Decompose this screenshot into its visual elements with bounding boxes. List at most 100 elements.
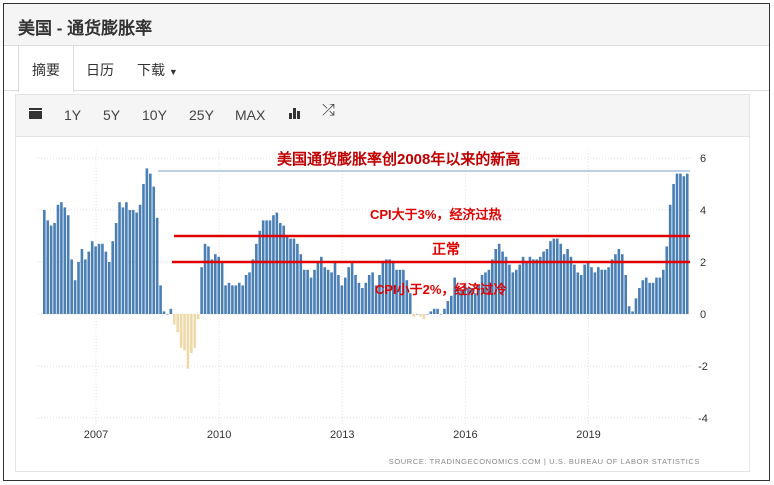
- bar: [326, 269, 330, 314]
- bar: [107, 262, 111, 314]
- bar: [316, 262, 320, 314]
- bar: [49, 225, 53, 314]
- bar: [429, 311, 433, 314]
- y-tick-label: 2: [700, 257, 706, 269]
- bar: [104, 251, 108, 314]
- bar: [275, 212, 279, 314]
- bar: [638, 288, 641, 314]
- bar: [128, 210, 132, 314]
- bar: [525, 262, 528, 314]
- bar: [169, 308, 173, 314]
- inflation-chart: 6 4 2 0 -2 -4 2007 2010 2013 2016 2019 美国通货膨胀率创200…: [38, 150, 708, 466]
- bar: [196, 314, 200, 320]
- bar: [87, 251, 91, 314]
- bar: [186, 314, 190, 369]
- bar: [610, 259, 614, 314]
- bar: [590, 267, 593, 314]
- bar: [419, 314, 422, 317]
- bar: [662, 269, 665, 314]
- bar: [343, 277, 347, 314]
- bar: [53, 223, 56, 314]
- bar: [162, 311, 166, 314]
- bar: [566, 249, 569, 314]
- bar: [272, 215, 275, 314]
- bar: [518, 264, 521, 314]
- bar: [155, 217, 159, 314]
- bar: [70, 259, 73, 314]
- bar: [285, 236, 289, 314]
- bar: [282, 225, 285, 314]
- bar: [265, 220, 268, 314]
- bar: [131, 210, 135, 314]
- bar: [60, 202, 63, 314]
- bar: [576, 272, 580, 314]
- bar: [220, 262, 224, 314]
- bar: [237, 282, 241, 314]
- bar: [644, 277, 648, 314]
- bar: [330, 272, 333, 314]
- bar: [415, 314, 419, 315]
- bar: [528, 256, 532, 314]
- bar: [224, 285, 227, 314]
- bar: [655, 277, 658, 314]
- bar: [241, 285, 244, 314]
- bar: [593, 272, 597, 314]
- bar: [532, 259, 535, 314]
- bar: [101, 243, 104, 314]
- bar: [586, 262, 590, 314]
- x-tick-label: 2007: [84, 429, 108, 441]
- bar: [231, 285, 234, 314]
- x-tick-label: 2010: [207, 429, 231, 441]
- source-text: SOURCE: TRADINGECONOMICS.COM | U.S. BURE…: [389, 457, 700, 466]
- bar: [94, 246, 97, 314]
- bar: [166, 314, 169, 315]
- bar: [648, 282, 651, 314]
- bar: [46, 220, 50, 314]
- bar: [296, 243, 299, 314]
- bar: [306, 269, 309, 314]
- bar: [210, 259, 214, 314]
- bar: [244, 275, 248, 314]
- bar: [354, 275, 357, 314]
- bar: [333, 262, 337, 314]
- bar: [135, 212, 138, 314]
- bar: [159, 285, 162, 314]
- bar: [573, 264, 576, 314]
- bar: [535, 259, 539, 314]
- bar: [73, 280, 77, 314]
- bar: [579, 275, 583, 314]
- bar: [90, 241, 94, 314]
- bar: [309, 277, 313, 314]
- bar: [248, 272, 251, 314]
- bar: [63, 207, 67, 314]
- bar: [508, 264, 511, 314]
- bar: [521, 256, 525, 314]
- bar: [497, 243, 501, 314]
- bar: [234, 285, 238, 314]
- bar: [538, 256, 542, 314]
- bar: [200, 267, 203, 314]
- bar: [679, 173, 682, 314]
- bar: [597, 267, 600, 314]
- bar: [426, 314, 429, 315]
- bar: [617, 249, 621, 314]
- bar: [97, 243, 101, 314]
- y-tick-label: 0: [700, 309, 706, 321]
- bar: [193, 314, 197, 348]
- bar: [350, 262, 354, 314]
- bar: [624, 275, 627, 314]
- bar: [665, 246, 669, 314]
- bar: [190, 314, 193, 353]
- bar: [255, 243, 258, 314]
- bar: [607, 267, 610, 314]
- bar: [77, 262, 80, 314]
- bar: [432, 308, 436, 314]
- bar: [118, 202, 121, 314]
- bar: [412, 314, 415, 317]
- bar: [176, 314, 179, 333]
- normal-band-label: 正常: [432, 241, 460, 257]
- bar: [446, 301, 450, 314]
- bar: [337, 275, 340, 314]
- bar: [631, 311, 634, 314]
- y-tick-label: -2: [698, 361, 708, 373]
